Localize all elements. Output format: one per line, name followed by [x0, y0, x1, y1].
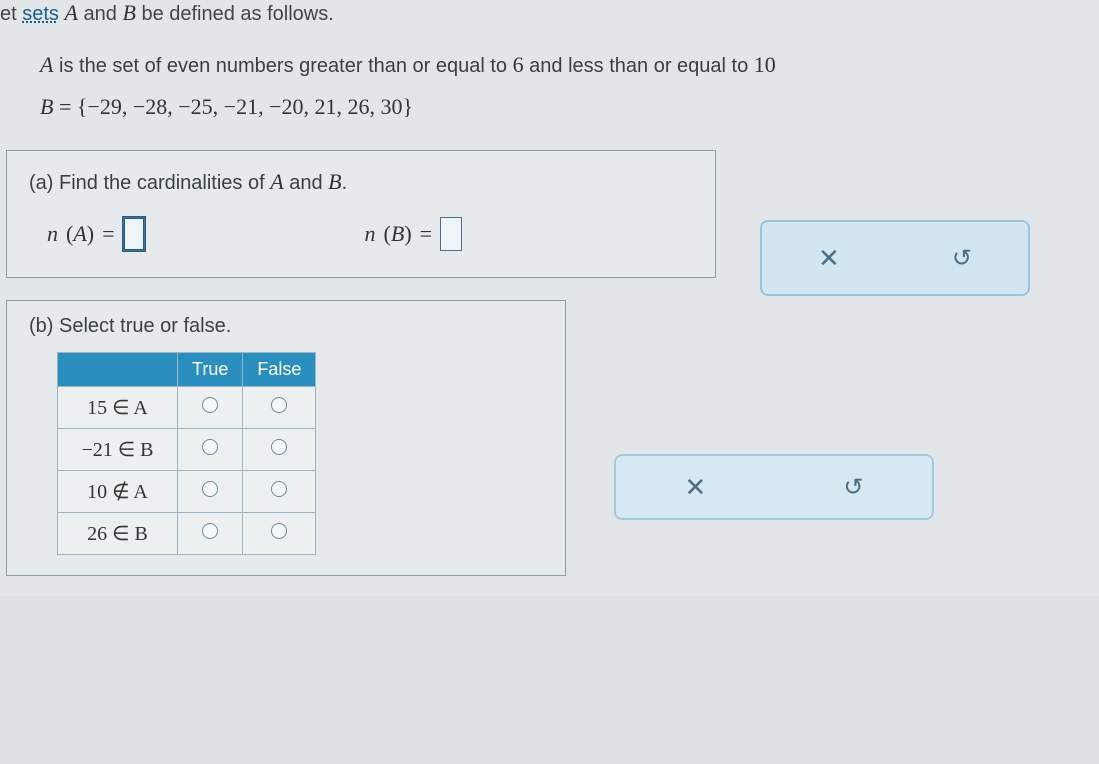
row-expr: −21 ∈ B — [58, 428, 178, 470]
nB-expression: n (B) = — [365, 217, 463, 251]
table-row: 10 ∉ A — [58, 470, 316, 512]
nB-input[interactable] — [440, 217, 462, 251]
nA-expression: n (A) = — [47, 217, 145, 251]
close-icon[interactable]: ✕ — [685, 472, 707, 503]
part-b-question: (b) Select true or false. — [29, 315, 547, 338]
part-b-box: (b) Select true or false. True False 15 … — [6, 300, 566, 576]
def-A: A is the set of even numbers greater tha… — [40, 44, 1099, 86]
true-false-table: True False 15 ∈ A −21 ∈ B 10 ∉ A 26 ∈ B — [57, 352, 316, 555]
table-header-true: True — [178, 352, 243, 386]
radio-false[interactable] — [271, 481, 287, 497]
close-icon[interactable]: ✕ — [818, 243, 840, 274]
intro-prefix: et — [0, 3, 22, 25]
table-header-false: False — [243, 352, 316, 386]
def-B: B = {−29, −28, −25, −21, −20, 21, 26, 30… — [40, 86, 1099, 128]
radio-true[interactable] — [202, 439, 218, 455]
table-header-blank — [58, 352, 178, 386]
radio-true[interactable] — [202, 397, 218, 413]
row-expr: 10 ∉ A — [58, 470, 178, 512]
sets-link[interactable]: sets — [22, 3, 59, 25]
table-row: 26 ∈ B — [58, 512, 316, 554]
radio-false[interactable] — [271, 439, 287, 455]
definitions-block: A is the set of even numbers greater tha… — [0, 34, 1099, 150]
intro-line: et sets A and B be defined as follows. — [0, 0, 1099, 34]
reset-icon[interactable]: ↺ — [952, 244, 972, 273]
radio-true[interactable] — [202, 523, 218, 539]
row-expr: 15 ∈ A — [58, 386, 178, 428]
toolbox-b: ✕ ↺ — [614, 454, 934, 520]
part-a-box: (a) Find the cardinalities of A and B. n… — [6, 150, 716, 278]
radio-false[interactable] — [271, 523, 287, 539]
var-B: B — [122, 0, 135, 25]
part-a-question: (a) Find the cardinalities of A and B. — [29, 169, 697, 195]
var-A: A — [65, 0, 78, 25]
row-expr: 26 ∈ B — [58, 512, 178, 554]
radio-false[interactable] — [271, 397, 287, 413]
toolbox-a: ✕ ↺ — [760, 220, 1030, 296]
table-row: 15 ∈ A — [58, 386, 316, 428]
table-row: −21 ∈ B — [58, 428, 316, 470]
radio-true[interactable] — [202, 481, 218, 497]
reset-icon[interactable]: ↺ — [843, 473, 863, 502]
nA-input[interactable] — [123, 217, 145, 251]
